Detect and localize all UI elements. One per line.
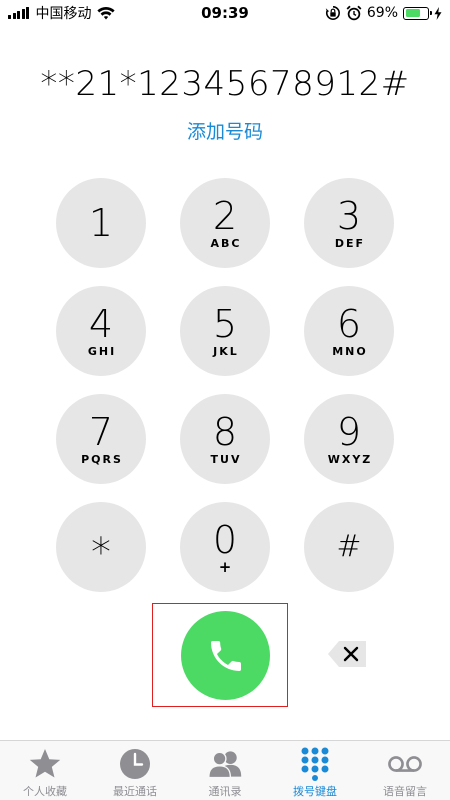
tab-label: 语音留言	[383, 785, 427, 798]
battery-icon	[403, 6, 432, 20]
star-icon	[29, 749, 61, 778]
status-bar: 中国移动 09:39 69%	[0, 0, 450, 26]
key-7[interactable]: 7 PQRS	[56, 394, 146, 484]
key-digit: #	[336, 529, 362, 564]
key-digit: 5	[212, 302, 238, 346]
tab-label: 拨号键盘	[293, 785, 337, 798]
add-number-link[interactable]: 添加号码	[0, 117, 450, 144]
key-letters: MNO	[332, 345, 368, 358]
key-letters: DEF	[334, 237, 366, 250]
tab-label: 通讯录	[208, 785, 242, 798]
voicemail-icon	[388, 756, 422, 772]
dialed-number: **21*12345678912#	[40, 64, 410, 104]
key-digit: 8	[212, 410, 238, 454]
charging-bolt-icon	[434, 6, 442, 20]
call-button[interactable]	[181, 611, 270, 700]
contacts-icon	[208, 751, 242, 779]
key-digit: 0	[212, 518, 238, 562]
alarm-icon	[346, 5, 362, 21]
key-digit: 9	[336, 410, 362, 454]
tab-favorites[interactable]: 个人收藏	[0, 741, 90, 800]
key-letters: +	[218, 558, 232, 576]
key-hash[interactable]: #	[304, 502, 394, 592]
key-digit: 7	[88, 410, 114, 454]
key-digit: *	[91, 530, 111, 576]
tab-voicemail[interactable]: 语音留言	[360, 741, 450, 800]
status-right: 69%	[320, 3, 442, 23]
key-5[interactable]: 5 JKL	[180, 286, 270, 376]
key-3[interactable]: 3 DEF	[304, 178, 394, 268]
key-letters: PQRS	[81, 453, 123, 466]
key-digit: 6	[336, 302, 362, 346]
backspace-icon[interactable]	[326, 639, 368, 669]
phone-icon	[210, 640, 241, 671]
key-star[interactable]: *	[56, 502, 146, 592]
battery-percent: 69%	[366, 5, 398, 21]
key-2[interactable]: 2 ABC	[180, 178, 270, 268]
key-1[interactable]: 1	[56, 178, 146, 268]
tab-label: 个人收藏	[23, 785, 67, 798]
orientation-lock-icon	[325, 6, 340, 20]
key-letters: TUV	[210, 453, 242, 466]
clock-icon	[120, 749, 150, 779]
tab-contacts[interactable]: 通讯录	[180, 741, 270, 800]
key-digit: 3	[336, 194, 362, 238]
key-letters: WXYZ	[327, 453, 373, 466]
key-4[interactable]: 4 GHI	[56, 286, 146, 376]
key-6[interactable]: 6 MNO	[304, 286, 394, 376]
key-letters: JKL	[213, 345, 239, 358]
key-letters: ABC	[210, 237, 242, 250]
key-digit: 4	[88, 302, 114, 346]
key-digit: 2	[212, 194, 238, 238]
tab-keypad[interactable]: 拨号键盘	[270, 741, 360, 800]
key-8[interactable]: 8 TUV	[180, 394, 270, 484]
key-letters: GHI	[87, 345, 117, 358]
tab-bar: 个人收藏 最近通话 通讯录 拨号键盘 语音留言	[0, 740, 450, 800]
keypad-icon	[301, 747, 329, 781]
key-digit: 1	[88, 201, 114, 245]
battery-fill	[405, 9, 420, 17]
key-0[interactable]: 0 +	[180, 502, 270, 592]
tab-label: 最近通话	[113, 785, 157, 798]
tab-recents[interactable]: 最近通话	[90, 741, 180, 800]
key-9[interactable]: 9 WXYZ	[304, 394, 394, 484]
